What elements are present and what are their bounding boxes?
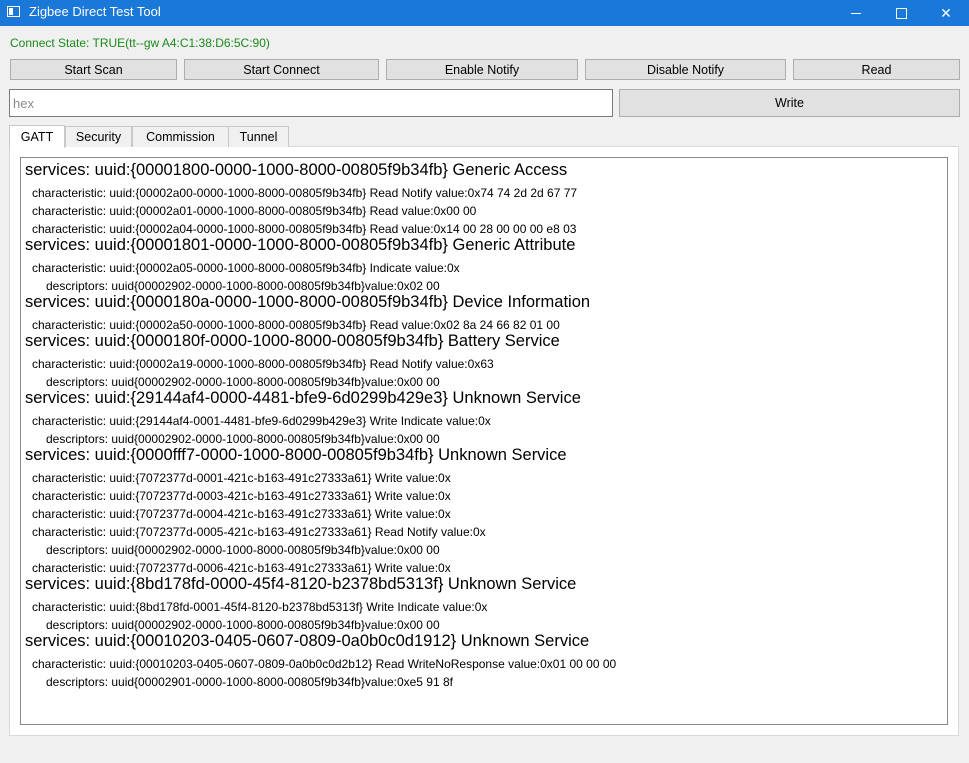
characteristic-line: characteristic: uuid:{00002a01-0000-1000… — [32, 204, 477, 218]
hex-input[interactable] — [9, 89, 613, 117]
characteristic-line: characteristic: uuid:{00002a50-0000-1000… — [32, 318, 560, 332]
enable-notify-button[interactable]: Enable Notify — [386, 59, 578, 80]
gatt-output-textarea[interactable]: services: uuid:{00001800-0000-1000-8000-… — [20, 157, 948, 725]
tab-commission[interactable]: Commission — [132, 126, 229, 147]
descriptor-line: descriptors: uuid{00002902-0000-1000-800… — [46, 432, 440, 446]
descriptor-line: descriptors: uuid{00002902-0000-1000-800… — [46, 375, 440, 389]
close-icon: ✕ — [940, 4, 952, 21]
start-connect-button[interactable]: Start Connect — [184, 59, 379, 80]
window-title: Zigbee Direct Test Tool — [29, 4, 161, 19]
descriptor-line: descriptors: uuid{00002902-0000-1000-800… — [46, 543, 440, 557]
tab-gatt[interactable]: GATT — [9, 125, 65, 148]
service-line: services: uuid:{0000fff7-0000-1000-8000-… — [25, 446, 567, 464]
title-bar: Zigbee Direct Test Tool ✕ — [0, 0, 969, 26]
characteristic-line: characteristic: uuid:{7072377d-0006-421c… — [32, 561, 451, 575]
descriptor-line: descriptors: uuid{00002902-0000-1000-800… — [46, 279, 440, 293]
characteristic-line: characteristic: uuid:{7072377d-0001-421c… — [32, 471, 451, 485]
characteristic-line: characteristic: uuid:{7072377d-0005-421c… — [32, 525, 486, 539]
tab-tunnel[interactable]: Tunnel — [228, 126, 289, 147]
service-line: services: uuid:{0000180f-0000-1000-8000-… — [25, 332, 560, 350]
characteristic-line: characteristic: uuid:{00002a19-0000-1000… — [32, 357, 494, 371]
minimize-button[interactable] — [833, 0, 879, 26]
minimize-icon — [851, 12, 861, 14]
app-window-icon — [7, 6, 20, 17]
start-scan-button[interactable]: Start Scan — [10, 59, 177, 80]
characteristic-line: characteristic: uuid:{29144af4-0001-4481… — [32, 414, 491, 428]
service-line: services: uuid:{00001801-0000-1000-8000-… — [25, 236, 576, 254]
service-line: services: uuid:{0000180a-0000-1000-8000-… — [25, 293, 591, 311]
characteristic-line: characteristic: uuid:{00010203-0405-0607… — [32, 657, 617, 671]
write-button[interactable]: Write — [619, 89, 960, 117]
service-line: services: uuid:{00001800-0000-1000-8000-… — [25, 161, 568, 179]
characteristic-line: characteristic: uuid:{00002a04-0000-1000… — [32, 222, 577, 236]
close-button[interactable]: ✕ — [923, 0, 969, 26]
read-button[interactable]: Read — [793, 59, 960, 80]
characteristic-line: characteristic: uuid:{00002a05-0000-1000… — [32, 261, 460, 275]
service-line: services: uuid:{29144af4-0000-4481-bfe9-… — [25, 389, 581, 407]
characteristic-line: characteristic: uuid:{8bd178fd-0001-45f4… — [32, 600, 488, 614]
characteristic-line: characteristic: uuid:{7072377d-0004-421c… — [32, 507, 451, 521]
maximize-icon — [895, 7, 907, 19]
descriptor-line: descriptors: uuid{00002902-0000-1000-800… — [46, 618, 440, 632]
descriptor-line: descriptors: uuid{00002901-0000-1000-800… — [46, 675, 453, 689]
service-line: services: uuid:{00010203-0405-0607-0809-… — [25, 632, 590, 650]
tab-security[interactable]: Security — [65, 126, 132, 147]
characteristic-line: characteristic: uuid:{00002a00-0000-1000… — [32, 186, 578, 200]
disable-notify-button[interactable]: Disable Notify — [585, 59, 786, 80]
characteristic-line: characteristic: uuid:{7072377d-0003-421c… — [32, 489, 451, 503]
service-line: services: uuid:{8bd178fd-0000-45f4-8120-… — [25, 575, 577, 593]
connect-state-label: Connect State: TRUE(tt--gw A4:C1:38:D6:5… — [10, 36, 270, 50]
maximize-button[interactable] — [878, 0, 924, 26]
